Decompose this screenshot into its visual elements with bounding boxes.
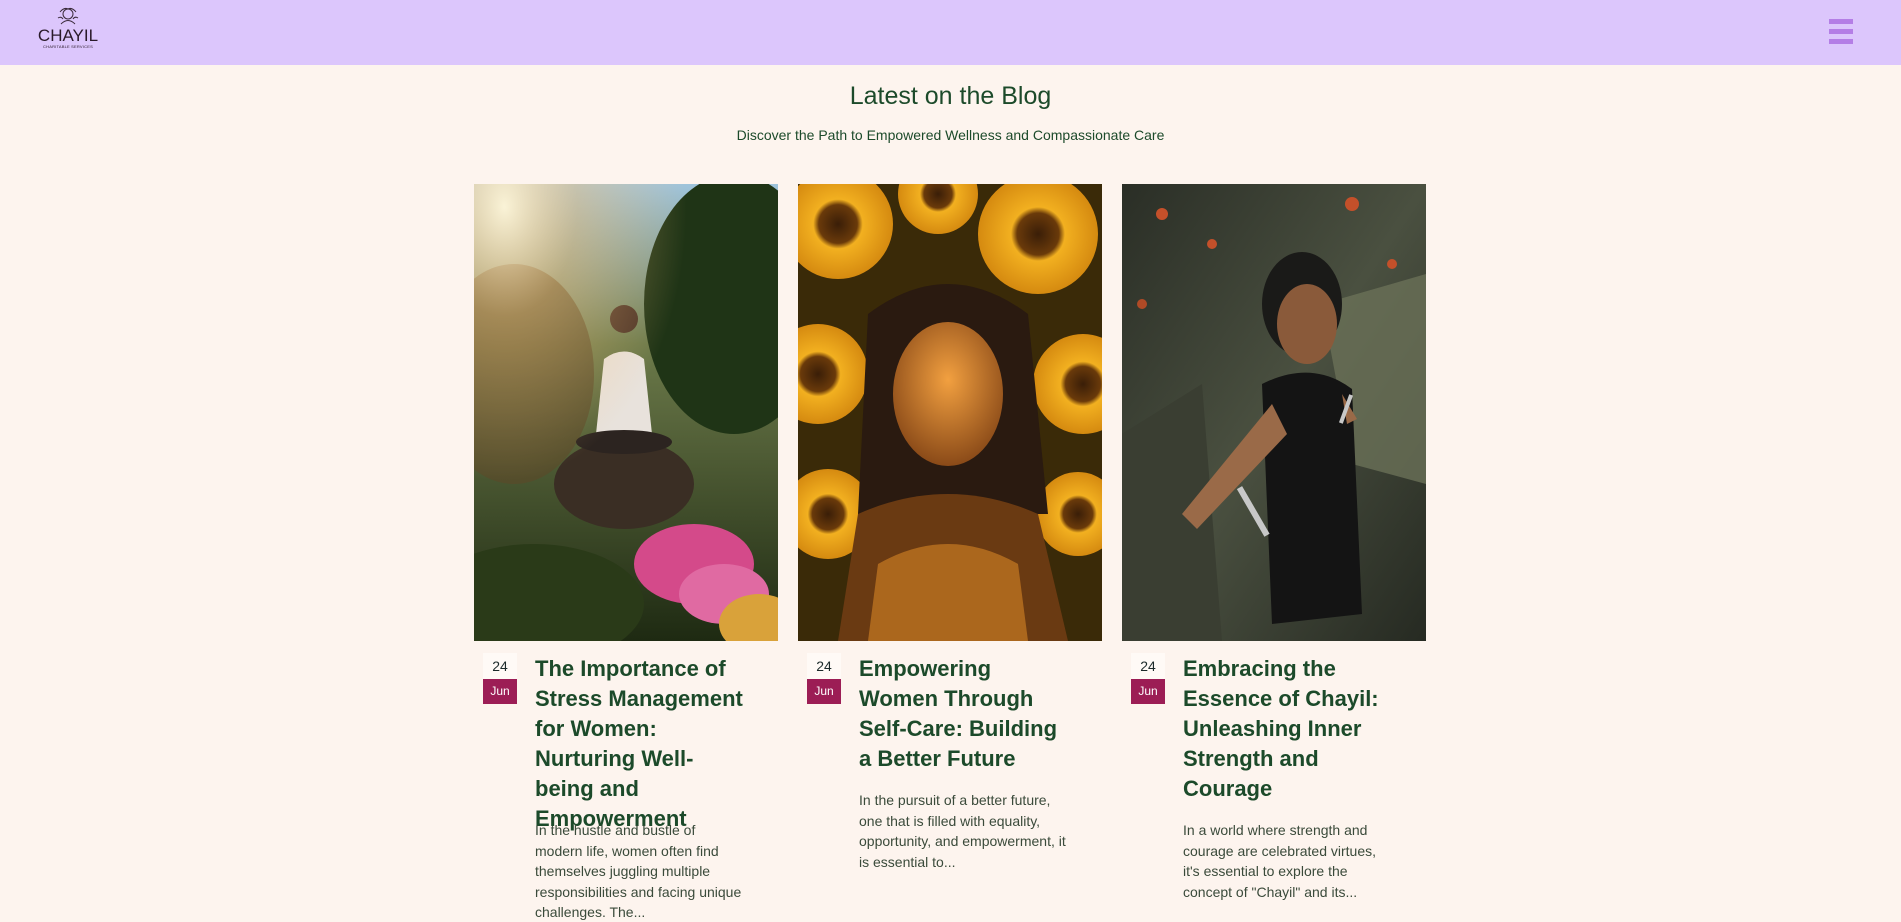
post-image[interactable] [798,184,1102,641]
blog-card: 24 Jun Empowering Women Through Self-Car… [798,184,1102,922]
post-date-month: Jun [807,679,841,704]
post-title-link[interactable]: Empowering Women Through Self-Care: Buil… [859,654,1069,774]
blog-card: 24 Jun The Importance of Stress Manageme… [474,184,778,922]
post-date-day: 24 [807,653,841,679]
post-date-day: 24 [1131,653,1165,679]
post-excerpt: In the hustle and bustle of modern life,… [535,822,742,920]
post-image[interactable] [1122,184,1426,641]
logo-name: CHAYIL [37,26,99,45]
post-date-month: Jun [1131,679,1165,704]
post-date: 24 Jun [483,653,517,704]
post-title-link[interactable]: The Importance of Stress Management for … [535,654,745,834]
blog-card: 24 Jun Embracing the Essence of Chayil: … [1122,184,1426,922]
post-date: 24 Jun [807,653,841,704]
site-header: CHAYIL CHARITABLE SERVICES [0,0,1901,65]
post-date-month: Jun [483,679,517,704]
post-date-day: 24 [483,653,517,679]
section-title: Latest on the Blog [849,82,1052,110]
section-subtitle: Discover the Path to Empowered Wellness … [736,127,1165,143]
hamburger-menu-icon[interactable] [1829,19,1853,45]
post-excerpt: In a world where strength and courage ar… [1183,822,1376,900]
post-image[interactable] [474,184,778,641]
chayil-logo[interactable]: CHAYIL CHARITABLE SERVICES [36,6,100,56]
logo-tagline: CHARITABLE SERVICES [43,44,93,49]
post-excerpt: In the pursuit of a better future, one t… [859,792,1066,870]
logo-mark-icon [57,7,79,25]
post-date: 24 Jun [1131,653,1165,704]
post-title-link[interactable]: Embracing the Essence of Chayil: Unleash… [1183,654,1393,804]
